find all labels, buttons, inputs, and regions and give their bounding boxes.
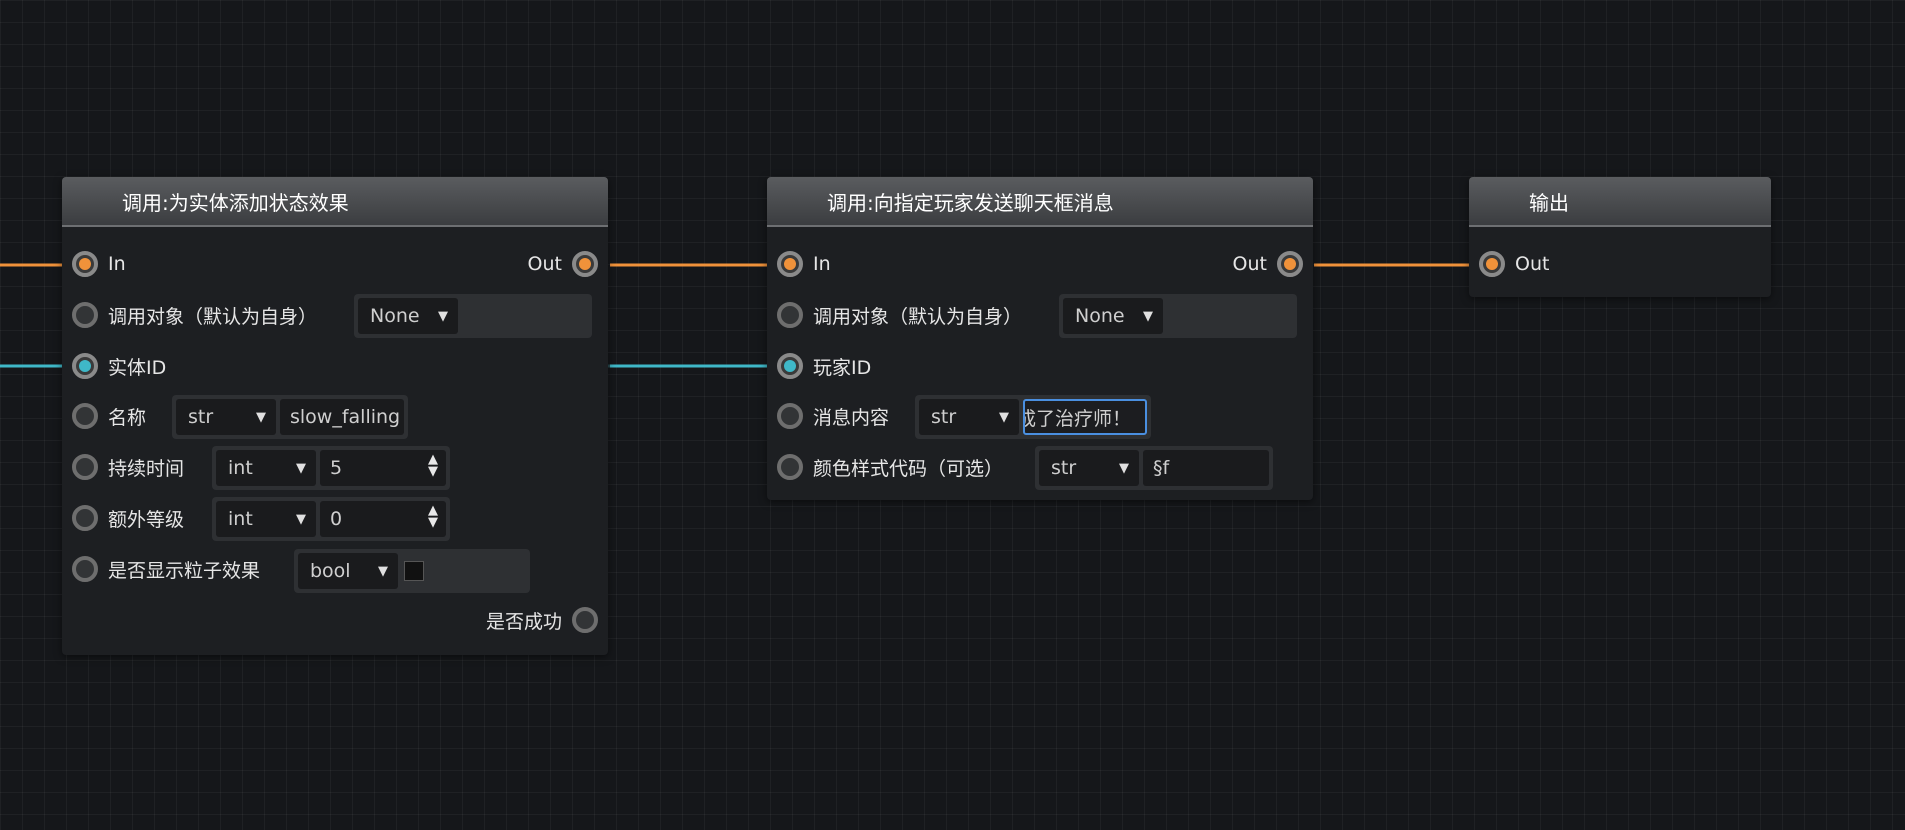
particles-label: 是否显示粒子效果 bbox=[108, 559, 261, 582]
target-row: 调用对象（默认为自身） bbox=[777, 292, 1022, 338]
target-panel: None ▼ bbox=[354, 294, 592, 338]
message-label: 消息内容 bbox=[813, 406, 890, 429]
particles-type-select[interactable]: bool ▼ bbox=[298, 553, 398, 589]
message-row: 消息内容 bbox=[777, 393, 889, 439]
target-select[interactable]: None ▼ bbox=[358, 298, 458, 334]
level-label: 额外等级 bbox=[108, 508, 185, 531]
name-panel: str ▼ slow_falling bbox=[172, 395, 408, 439]
player-pin[interactable] bbox=[777, 353, 803, 379]
duration-panel: int ▼ 5 ▲ ▼ bbox=[212, 446, 450, 490]
duration-stepper[interactable]: 5 ▲ ▼ bbox=[320, 450, 446, 486]
target-select-value: None bbox=[370, 305, 420, 327]
color-input[interactable]: §f bbox=[1143, 450, 1269, 486]
name-pin[interactable] bbox=[72, 403, 98, 429]
color-pin[interactable] bbox=[777, 454, 803, 480]
name-type-value: str bbox=[188, 406, 214, 428]
target-pin[interactable] bbox=[777, 302, 803, 328]
exec-out-pin[interactable] bbox=[1277, 251, 1303, 277]
exec-in-pin[interactable] bbox=[72, 251, 98, 277]
color-type-value: str bbox=[1051, 457, 1077, 479]
level-type-select[interactable]: int ▼ bbox=[216, 501, 316, 537]
particles-type-value: bool bbox=[310, 560, 351, 582]
target-select-value: None bbox=[1075, 305, 1125, 327]
chevron-down-icon: ▼ bbox=[296, 460, 306, 476]
color-row: 颜色样式代码（可选） bbox=[777, 444, 1003, 490]
exec-out-pin[interactable] bbox=[572, 251, 598, 277]
level-pin[interactable] bbox=[72, 505, 98, 531]
chevron-down-icon: ▼ bbox=[1143, 308, 1153, 324]
message-type-value: str bbox=[931, 406, 957, 428]
spin-arrows-icon[interactable]: ▲ ▼ bbox=[428, 453, 438, 478]
message-input[interactable]: 成了治疗师！ bbox=[1023, 399, 1147, 435]
node-output[interactable]: 输出 Out bbox=[1469, 177, 1771, 297]
entity-label: 实体ID bbox=[108, 356, 167, 379]
node-title[interactable]: 调用:向指定玩家发送聊天框消息 bbox=[767, 177, 1313, 227]
duration-pin[interactable] bbox=[72, 454, 98, 480]
duration-value: 5 bbox=[330, 457, 343, 479]
exec-out-label: Out bbox=[1515, 253, 1550, 275]
exec-out-row: Out bbox=[1479, 241, 1549, 287]
message-value: 成了治疗师！ bbox=[1023, 407, 1131, 430]
chevron-down-icon: ▼ bbox=[438, 308, 448, 324]
target-panel: None ▼ bbox=[1059, 294, 1297, 338]
node-send-chat-message[interactable]: 调用:向指定玩家发送聊天框消息 In Out 调用对象（默认为自身） None ▼… bbox=[767, 177, 1313, 500]
name-type-select[interactable]: str ▼ bbox=[176, 399, 276, 435]
success-label: 是否成功 bbox=[485, 610, 562, 633]
name-row: 名称 bbox=[72, 393, 146, 439]
duration-type-value: int bbox=[228, 457, 253, 479]
exec-in-row: In bbox=[72, 241, 126, 287]
node-title[interactable]: 调用:为实体添加状态效果 bbox=[62, 177, 608, 227]
name-input[interactable]: slow_falling bbox=[280, 399, 404, 435]
particles-checkbox[interactable] bbox=[404, 561, 424, 581]
exec-out-row: Out bbox=[528, 241, 598, 287]
success-pin[interactable] bbox=[572, 607, 598, 633]
level-type-value: int bbox=[228, 508, 253, 530]
entity-row: 实体ID bbox=[72, 343, 166, 389]
color-panel: str ▼ §f bbox=[1035, 446, 1273, 490]
player-label: 玩家ID bbox=[813, 356, 872, 379]
chevron-down-icon: ▼ bbox=[999, 409, 1009, 425]
success-row: 是否成功 bbox=[486, 597, 598, 643]
duration-row: 持续时间 bbox=[72, 444, 184, 490]
exec-in-label: In bbox=[813, 253, 831, 275]
particles-panel: bool ▼ bbox=[294, 549, 530, 593]
chevron-down-icon: ▼ bbox=[256, 409, 266, 425]
target-label: 调用对象（默认为自身） bbox=[108, 305, 318, 328]
node-title[interactable]: 输出 bbox=[1469, 177, 1771, 227]
color-label: 颜色样式代码（可选） bbox=[813, 457, 1004, 480]
target-select[interactable]: None ▼ bbox=[1063, 298, 1163, 334]
exec-in-pin[interactable] bbox=[777, 251, 803, 277]
spin-arrows-icon[interactable]: ▲ ▼ bbox=[428, 504, 438, 529]
target-pin[interactable] bbox=[72, 302, 98, 328]
particles-row: 是否显示粒子效果 bbox=[72, 546, 260, 592]
message-pin[interactable] bbox=[777, 403, 803, 429]
duration-type-select[interactable]: int ▼ bbox=[216, 450, 316, 486]
exec-out-label: Out bbox=[527, 253, 562, 275]
exec-in-label: In bbox=[108, 253, 126, 275]
particles-pin[interactable] bbox=[72, 556, 98, 582]
message-panel: str ▼ 成了治疗师！ bbox=[915, 395, 1151, 439]
target-row: 调用对象（默认为自身） bbox=[72, 292, 317, 338]
exec-in-row: In bbox=[777, 241, 831, 287]
duration-label: 持续时间 bbox=[108, 457, 185, 480]
level-value: 0 bbox=[330, 508, 343, 530]
message-type-select[interactable]: str ▼ bbox=[919, 399, 1019, 435]
player-row: 玩家ID bbox=[777, 343, 871, 389]
chevron-down-icon: ▼ bbox=[296, 511, 306, 527]
exec-in-pin[interactable] bbox=[1479, 251, 1505, 277]
level-stepper[interactable]: 0 ▲ ▼ bbox=[320, 501, 446, 537]
chevron-down-icon: ▼ bbox=[378, 563, 388, 579]
exec-out-label: Out bbox=[1232, 253, 1267, 275]
exec-out-row: Out bbox=[1233, 241, 1303, 287]
node-add-status-effect[interactable]: 调用:为实体添加状态效果 In Out 调用对象（默认为自身） None ▼ 实体… bbox=[62, 177, 608, 655]
color-type-select[interactable]: str ▼ bbox=[1039, 450, 1139, 486]
name-label: 名称 bbox=[108, 406, 147, 429]
chevron-down-icon: ▼ bbox=[1119, 460, 1129, 476]
level-panel: int ▼ 0 ▲ ▼ bbox=[212, 497, 450, 541]
entity-pin[interactable] bbox=[72, 353, 98, 379]
level-row: 额外等级 bbox=[72, 495, 184, 541]
target-label: 调用对象（默认为自身） bbox=[813, 305, 1023, 328]
